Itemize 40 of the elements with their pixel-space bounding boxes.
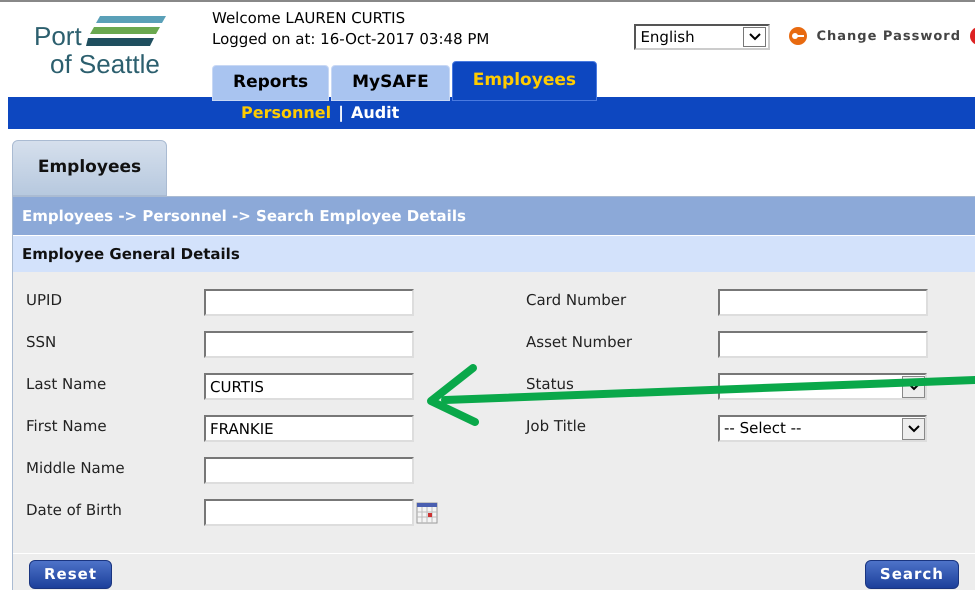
- field-label: Job Title: [526, 416, 588, 437]
- login-time-text: Logged on at: 16-Oct-2017 03:48 PM: [212, 29, 490, 50]
- breadcrumb-bar: Employees -> Personnel -> Search Employee Details: [13, 197, 975, 235]
- input-field[interactable]: [204, 499, 414, 526]
- field-label: Status: [526, 374, 575, 395]
- field-label: Card Number: [526, 290, 628, 311]
- separator-text: |: [338, 102, 344, 124]
- section-header: Employee General Details: [13, 235, 975, 272]
- logo-text: of Seattle: [50, 50, 161, 78]
- sub-nav-link[interactable]: Audit: [350, 101, 400, 125]
- key-icon: [788, 26, 808, 46]
- input-field[interactable]: [204, 289, 414, 316]
- welcome-text: Welcome LAUREN CURTIS: [212, 8, 406, 29]
- chevron-down-icon: [743, 27, 766, 47]
- select-field[interactable]: -- Select --: [718, 415, 927, 442]
- page-tab[interactable]: Employees: [12, 140, 167, 196]
- action-button[interactable]: Reset: [29, 560, 112, 589]
- field-label: Asset Number: [526, 332, 634, 353]
- field-label: SSN: [26, 332, 58, 353]
- field-label: Middle Name: [26, 458, 126, 479]
- input-field[interactable]: [204, 457, 414, 484]
- logo-text: Port: [34, 22, 82, 50]
- input-field[interactable]: CURTIS: [204, 373, 414, 400]
- sub-nav-link[interactable]: Personnel: [241, 101, 332, 125]
- nav-tab[interactable]: Employees: [452, 61, 597, 101]
- input-field[interactable]: FRANKIE: [204, 415, 414, 442]
- calendar-icon[interactable]: [416, 502, 438, 524]
- chevron-down-icon: [902, 418, 925, 440]
- input-field[interactable]: [204, 331, 414, 358]
- nav-tab[interactable]: MySAFE: [331, 65, 450, 101]
- field-label: Date of Birth: [26, 500, 123, 521]
- language-select[interactable]: English: [634, 24, 770, 50]
- nav-tab[interactable]: Reports: [212, 65, 330, 101]
- field-label: UPID: [26, 290, 63, 311]
- field-label: Last Name: [26, 374, 108, 395]
- change-password-link[interactable]: Change Password: [816, 27, 961, 46]
- input-field[interactable]: [718, 331, 928, 358]
- field-label: First Name: [26, 416, 108, 437]
- input-field[interactable]: [718, 289, 928, 316]
- action-button[interactable]: Search: [864, 560, 959, 589]
